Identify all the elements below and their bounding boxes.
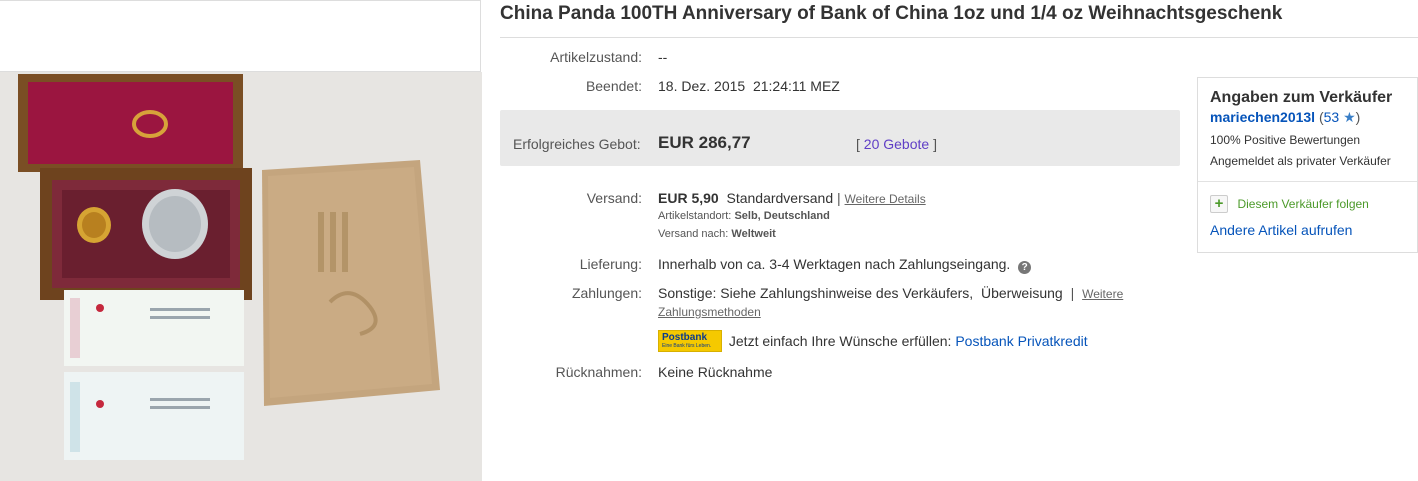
ended-label: Beendet:: [585, 78, 642, 94]
delivery-value-wrapper: Innerhalb von ca. 3-4 Werktagen nach Zah…: [658, 256, 1032, 274]
item-photo-illustration: [0, 72, 482, 481]
payments-value: Sonstige: Siehe Zahlungshinweise des Ver…: [658, 285, 1063, 301]
postbank-logo-sub: Eine Bank fürs Leben.: [662, 343, 712, 349]
follow-seller-button[interactable]: + Diesem Verkäufer folgen: [1210, 195, 1369, 213]
postbank-credit-link[interactable]: Postbank Privatkredit: [955, 333, 1087, 349]
listing-title: China Panda 100TH Anniversary of Bank of…: [500, 3, 1283, 24]
ships-to-value: Weltweit: [731, 228, 776, 240]
image-panel: [0, 0, 482, 481]
seller-score-link[interactable]: 53: [1324, 109, 1340, 125]
shipping-method: Standardversand: [726, 190, 834, 206]
winning-bid-value: EUR 286,77: [658, 133, 751, 152]
payments-separator: |: [1070, 285, 1075, 301]
returns-value: Keine Rücknahme: [658, 364, 773, 380]
plus-icon: +: [1210, 195, 1228, 213]
condition-label: Artikelzustand:: [550, 49, 642, 65]
payments-more-link-cont[interactable]: Zahlungsmethoden: [658, 305, 761, 319]
postbank-promo: Postbank Eine Bank fürs Leben. Jetzt ein…: [658, 330, 1088, 352]
item-photo[interactable]: [0, 72, 482, 481]
shipping-price: EUR 5,90: [658, 190, 719, 206]
listing-details: China Panda 100TH Anniversary of Bank of…: [490, 0, 1418, 481]
condition-value: --: [658, 49, 668, 65]
shipping-label: Versand:: [586, 190, 642, 206]
item-location-label: Artikelstandort:: [658, 210, 732, 222]
payments-more-wrap: Zahlungsmethoden: [658, 303, 761, 319]
other-items-link[interactable]: Andere Artikel aufrufen: [1210, 222, 1352, 238]
winning-bid-label: Erfolgreiches Gebot:: [513, 136, 641, 152]
shipping-separator: |: [837, 190, 841, 206]
postbank-promo-text: Jetzt einfach Ihre Wünsche erfüllen:: [728, 333, 952, 349]
shipping-value: EUR 5,90 Standardversand | Weitere Detai…: [658, 190, 926, 206]
seller-heading: Angaben zum Verkäufer: [1210, 89, 1393, 106]
seller-name-link[interactable]: mariechen2013l: [1210, 109, 1315, 125]
star-icon: ★: [1343, 109, 1356, 125]
ended-value: 18. Dez. 2015 21:24:11 MEZ: [658, 78, 840, 94]
bid-count-link[interactable]: 20 Gebote: [864, 136, 929, 152]
payments-more-link[interactable]: Weitere: [1082, 287, 1123, 301]
follow-seller-label: Diesem Verkäufer folgen: [1237, 197, 1369, 211]
help-icon[interactable]: ?: [1018, 261, 1032, 274]
returns-label: Rücknahmen:: [555, 364, 642, 380]
item-location-value: Selb, Deutschland: [734, 210, 830, 222]
seller-positive-feedback: 100% Positive Bewertungen: [1210, 133, 1361, 147]
winning-bid-panel: Erfolgreiches Gebot: EUR 286,77 [ 20 Geb…: [500, 110, 1180, 166]
payments-value-wrapper: Sonstige: Siehe Zahlungshinweise des Ver…: [658, 285, 1123, 301]
image-header-box: [0, 0, 481, 72]
bid-count-close-bracket: ]: [933, 136, 937, 152]
seller-account-type: Angemeldet als privater Verkäufer: [1210, 154, 1391, 168]
title-divider: [500, 37, 1418, 38]
delivery-value: Innerhalb von ca. 3-4 Werktagen nach Zah…: [658, 256, 1011, 272]
item-location: Artikelstandort: Selb, Deutschland: [658, 210, 830, 222]
bid-count-wrapper: [ 20 Gebote ]: [856, 136, 937, 152]
postbank-logo-text: Postbank: [662, 332, 708, 343]
postbank-logo[interactable]: Postbank Eine Bank fürs Leben.: [658, 330, 722, 352]
ships-to-label: Versand nach:: [658, 228, 729, 240]
seller-identity: mariechen2013l (53 ★): [1210, 109, 1360, 126]
shipping-details-link[interactable]: Weitere Details: [845, 192, 926, 206]
bid-count-open-bracket: [: [856, 136, 860, 152]
delivery-label: Lieferung:: [579, 256, 642, 272]
seller-info-panel: Angaben zum Verkäufer mariechen2013l (53…: [1197, 77, 1418, 253]
ships-to: Versand nach: Weltweit: [658, 228, 776, 240]
seller-score-close: ): [1355, 109, 1361, 125]
payments-label: Zahlungen:: [571, 285, 642, 301]
seller-divider: [1198, 181, 1417, 182]
